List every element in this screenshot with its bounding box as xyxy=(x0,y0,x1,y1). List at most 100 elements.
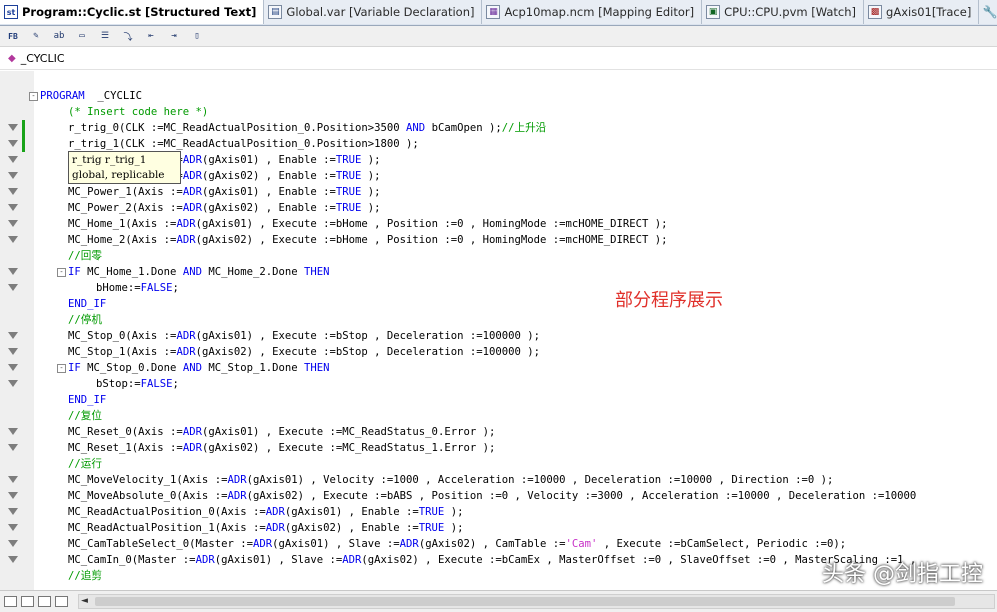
fb-icon[interactable]: FB xyxy=(4,28,22,44)
code-line[interactable]: MC_MoveVelocity_1(Axis :=ADR(gAxis01) , … xyxy=(8,472,997,488)
breakpoint-marker-icon[interactable] xyxy=(8,236,18,243)
code-line[interactable]: - IF MC_Home_1.Done AND MC_Home_2.Done TH… xyxy=(8,264,997,280)
breakpoint-marker-icon[interactable] xyxy=(8,444,18,451)
breakpoint-marker-icon[interactable] xyxy=(8,204,18,211)
keyword: AND xyxy=(182,362,202,374)
code-line[interactable]: MC_Stop_1(Axis :=ADR(gAxis02) , Execute … xyxy=(8,344,997,360)
code-line[interactable]: //回零 xyxy=(34,248,997,264)
fold-toggle-icon[interactable]: - xyxy=(57,364,66,373)
code-line[interactable]: MC_ReadActualPosition_1(Axis :=ADR(gAxis… xyxy=(8,520,997,536)
code-line[interactable]: END_IF xyxy=(34,392,997,408)
code-token: (gAxis01) , Execute :=bStop , Decelerati… xyxy=(195,330,540,342)
code-line[interactable]: MC_MoveAbsolute_0(Axis :=ADR(gAxis02) , … xyxy=(8,488,997,504)
page-icon[interactable]: ▯ xyxy=(188,28,206,44)
breakpoint-marker-icon[interactable] xyxy=(8,140,18,147)
annotation-text: 部分程序展示 xyxy=(615,290,723,311)
tab-ncm[interactable]: ▦ Acp10map.ncm [Mapping Editor] xyxy=(482,0,703,24)
breakpoint-marker-icon[interactable] xyxy=(8,508,18,515)
code-token: ); xyxy=(444,506,464,518)
breakpoint-marker-icon[interactable] xyxy=(8,124,18,131)
tab-var[interactable]: ▤ Global.var [Variable Declaration] xyxy=(264,0,483,24)
tab-st[interactable]: st Program::Cyclic.st [Structured Text] xyxy=(0,0,265,24)
text-view-icon[interactable] xyxy=(4,596,17,607)
tab-hw[interactable]: 🔧Hardware.hwl [System xyxy=(979,0,997,24)
page-view-icon[interactable] xyxy=(55,596,68,607)
code-line[interactable]: r_trig_0(CLK :=MC_ReadActualPosition_0.P… xyxy=(8,120,997,136)
breakpoint-marker-icon[interactable] xyxy=(8,524,18,531)
tab-trace[interactable]: ▩ gAxis01[Trace] xyxy=(864,0,980,24)
code-line[interactable]: MC_Reset_1(Axis :=ADR(gAxis02) , Execute… xyxy=(8,440,997,456)
breakpoint-marker-icon[interactable] xyxy=(8,348,18,355)
horizontal-scrollbar[interactable]: ◄ xyxy=(78,594,995,609)
tab-bar: st Program::Cyclic.st [Structured Text] ▤ G… xyxy=(0,0,997,26)
code-token: (gAxis02) , Enable := xyxy=(201,202,336,214)
code-text: MC_ReadActualPosition_0(Axis :=ADR(gAxis… xyxy=(68,504,463,520)
pencil-icon[interactable]: ✎ xyxy=(27,28,45,44)
breakpoint-marker-icon[interactable] xyxy=(8,284,18,291)
comment: //停机 xyxy=(68,314,102,326)
tab-label: Acp10map.ncm [Mapping Editor] xyxy=(504,5,695,19)
breakpoint-marker-icon[interactable] xyxy=(8,172,18,179)
code-line[interactable]: r_trig_1(CLK :=MC_ReadActualPosition_0.P… xyxy=(8,136,997,152)
fold-toggle-icon[interactable]: - xyxy=(57,268,66,277)
breakpoint-marker-icon[interactable] xyxy=(8,540,18,547)
code-text: MC_CamTableSelect_0(Master :=ADR(gAxis01… xyxy=(68,536,846,552)
breakpoint-marker-icon[interactable] xyxy=(8,428,18,435)
code-line[interactable]: MC_ReadActualPosition_0(Axis :=ADR(gAxis… xyxy=(8,504,997,520)
list-icon[interactable]: ☰ xyxy=(96,28,114,44)
tab-label: Global.var [Variable Declaration] xyxy=(286,5,475,19)
code-line[interactable]: - IF MC_Stop_0.Done AND MC_Stop_1.Done TH… xyxy=(8,360,997,376)
code-token: (gAxis02) , Execute :=bABS , Position :=… xyxy=(246,490,917,502)
breakpoint-marker-icon[interactable] xyxy=(8,476,18,483)
code-token: r_trig_1(CLK :=MC_ReadActualPosition_0.P… xyxy=(68,138,419,150)
code-line[interactable]: //运行 xyxy=(34,456,997,472)
split-view-icon[interactable] xyxy=(21,596,34,607)
keyword: END_IF xyxy=(68,394,107,406)
code-token: MC_ReadActualPosition_0(Axis := xyxy=(68,506,266,518)
breakpoint-marker-icon[interactable] xyxy=(8,220,18,227)
breakpoint-marker-icon[interactable] xyxy=(8,188,18,195)
keyword: ADR xyxy=(182,186,202,198)
breakpoint-marker-icon[interactable] xyxy=(8,364,18,371)
scrollbar-thumb[interactable] xyxy=(95,597,955,606)
code-line[interactable]: //复位 xyxy=(34,408,997,424)
code-line[interactable]: MC_Power_2(Axis :=ADR(gAxis02) , Enable … xyxy=(8,200,997,216)
code-token: (gAxis01) , Velocity :=1000 , Accelerati… xyxy=(246,474,834,486)
code-line[interactable]: MC_Home_1(Axis :=ADR(gAxis01) , Execute … xyxy=(8,216,997,232)
breakpoint-marker-icon[interactable] xyxy=(8,268,18,275)
tab-cpu[interactable]: ▣ CPU::CPU.pvm [Watch] xyxy=(702,0,865,24)
comment-icon[interactable]: ▭ xyxy=(73,28,91,44)
code-token: (gAxis01) , Enable := xyxy=(284,506,419,518)
breakpoint-marker-icon[interactable] xyxy=(8,556,18,563)
breakpoint-marker-icon[interactable] xyxy=(8,380,18,387)
fold-toggle-icon[interactable]: - xyxy=(29,92,38,101)
code-line[interactable]: MC_Home_2(Axis :=ADR(gAxis02) , Execute … xyxy=(8,232,997,248)
code-line[interactable]: MC_Power_1(Axis :=ADR(gAxis01) , Enable … xyxy=(8,184,997,200)
code-line[interactable]: //停机 xyxy=(34,312,997,328)
table-view-icon[interactable] xyxy=(38,596,51,607)
outdent-icon[interactable]: ⇥ xyxy=(165,28,183,44)
code-line[interactable]: bStop:=FALSE; xyxy=(8,376,997,392)
code-line[interactable]: - PROGRAM _CYCLIC xyxy=(29,88,997,104)
ab-replace-icon[interactable]: ab xyxy=(50,28,68,44)
breakpoint-marker-icon[interactable] xyxy=(8,492,18,499)
breakpoint-marker-icon[interactable] xyxy=(8,156,18,163)
bookmark-icon[interactable]: ⤵ xyxy=(119,28,137,44)
code-line[interactable]: MC_CamTableSelect_0(Master :=ADR(gAxis01… xyxy=(8,536,997,552)
code-line[interactable]: (* Insert code here *) xyxy=(34,104,997,120)
code-line[interactable]: MC_Stop_0(Axis :=ADR(gAxis01) , Execute … xyxy=(8,328,997,344)
code-line[interactable]: bHome:=FALSE; xyxy=(8,280,997,296)
code-line[interactable]: MC_Reset_0(Axis :=ADR(gAxis01) , Execute… xyxy=(8,424,997,440)
indent-icon[interactable]: ⇤ xyxy=(142,28,160,44)
code-editor[interactable]: - PROGRAM _CYCLIC (* Insert code here *) r_… xyxy=(0,71,997,590)
tooltip-line-2: global, replicable xyxy=(72,169,165,181)
code-token: MC_Stop_0.Done xyxy=(80,362,183,374)
code-line[interactable]: END_IF xyxy=(34,296,997,312)
keyword: ADR xyxy=(342,554,362,566)
breakpoint-marker-icon[interactable] xyxy=(8,332,18,339)
keyword: ADR xyxy=(265,522,285,534)
code-token: (gAxis01) , Execute :=bHome , Position :… xyxy=(195,218,668,230)
scroll-left-icon[interactable]: ◄ xyxy=(81,596,88,606)
keyword: ADR xyxy=(176,330,196,342)
pou-selector[interactable]: ◆ _CYCLIC xyxy=(0,48,997,70)
